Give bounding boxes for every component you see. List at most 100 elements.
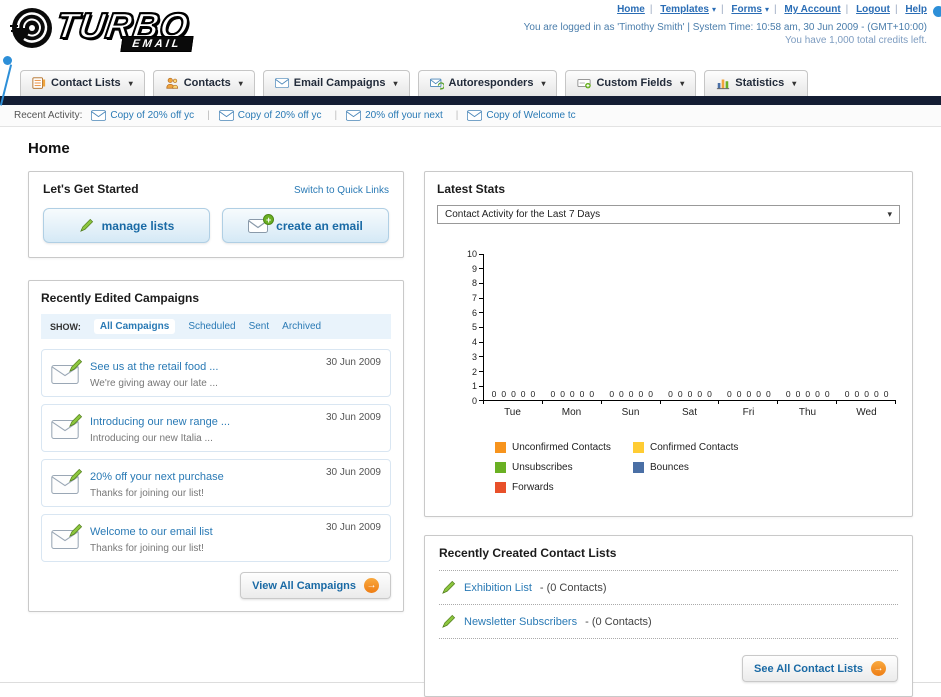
campaign-envelope-pencil-icon	[51, 468, 83, 494]
recent-activity-item[interactable]: 20% off your next	[346, 110, 458, 121]
recent-activity-link: Copy of 20% off yc	[237, 110, 322, 121]
get-started-panel: Let's Get Started Switch to Quick Links …	[28, 171, 404, 258]
speedometer-icon	[10, 8, 52, 48]
chevron-down-icon: ▾	[541, 78, 546, 88]
see-all-contact-lists-button[interactable]: See All Contact Lists →	[741, 655, 898, 682]
autoresponders-icon	[429, 78, 444, 90]
create-email-label: create an email	[276, 218, 363, 233]
campaign-subtitle: Thanks for joining our list!	[90, 488, 204, 499]
latest-stats-title: Latest Stats	[437, 182, 506, 196]
envelope-icon	[218, 110, 234, 121]
contact-list-link[interactable]: Exhibition List	[464, 582, 532, 594]
nav-tab-autoresponders[interactable]: Autoresponders ▾	[417, 70, 558, 96]
chart-day-group: 00000	[550, 389, 595, 399]
email-campaigns-icon	[274, 78, 289, 88]
top-link-logout[interactable]: Logout	[856, 4, 890, 15]
campaigns-filter-bar: SHOW: All Campaigns Scheduled Sent Archi…	[41, 314, 391, 339]
recent-activity-bar: Recent Activity: Copy of 20% off yc Copy…	[0, 105, 941, 127]
recent-activity-item[interactable]: Copy of 20% off yc	[218, 110, 337, 121]
campaign-title-link[interactable]: Welcome to our email list	[90, 526, 213, 538]
nav-tab-email-campaigns[interactable]: Email Campaigns ▾	[262, 70, 410, 96]
nav-tab-label: Statistics	[735, 77, 785, 89]
recent-activity-item[interactable]: Copy of 20% off yc	[91, 110, 209, 121]
campaign-title-link[interactable]: 20% off your next purchase	[90, 471, 224, 483]
campaigns-title: Recently Edited Campaigns	[41, 291, 200, 305]
nav-tab-contact-lists[interactable]: Contact Lists ▾	[20, 70, 145, 96]
chevron-down-icon: ▾	[887, 209, 892, 219]
legend-swatch-icon	[495, 442, 506, 453]
top-link-templates[interactable]: Templates	[660, 4, 709, 15]
top-link-my-account[interactable]: My Account	[784, 4, 840, 15]
recent-activity-link: Copy of 20% off yc	[110, 110, 195, 121]
envelope-plus-icon: +	[248, 213, 275, 233]
chart-x-label: Sun	[621, 407, 640, 418]
nav-tab-statistics[interactable]: Statistics ▾	[704, 70, 809, 96]
chart-x-ticks	[483, 401, 897, 404]
recent-activity-link: Copy of Welcome tc	[486, 110, 576, 121]
corner-decoration-dot	[933, 6, 941, 17]
top-link-help[interactable]: Help	[905, 4, 927, 15]
filter-scheduled[interactable]: Scheduled	[188, 321, 235, 332]
legend-swatch-icon	[633, 442, 644, 453]
filter-sent[interactable]: Sent	[249, 321, 270, 332]
nav-tab-label: Custom Fields	[596, 77, 673, 89]
top-link-home[interactable]: Home	[617, 4, 645, 15]
campaign-list-item: See us at the retail food ... We're givi…	[41, 349, 391, 397]
latest-stats-panel: Latest Stats Contact Activity for the La…	[424, 171, 913, 517]
contact-list-items: Exhibition List - (0 Contacts) Newslette…	[439, 570, 898, 639]
recent-activity-label: Recent Activity:	[14, 110, 83, 121]
show-label: SHOW:	[50, 321, 81, 332]
pencil-icon	[79, 218, 93, 232]
campaign-envelope-pencil-icon	[51, 358, 83, 384]
campaign-list-item: Introducing our new range ... Introducin…	[41, 404, 391, 452]
page: TURBO EMAIL Home Templates▾ Forms▾ My Ac…	[0, 0, 941, 697]
legend-item: Confirmed Contacts	[633, 442, 771, 453]
chevron-down-icon: ▾	[128, 78, 133, 88]
chart-x-labels: Tue Mon Sun Sat Fri Thu Wed	[483, 407, 896, 418]
chevron-down-icon: ▾	[238, 78, 243, 88]
nav-tab-contacts[interactable]: Contacts ▾	[152, 70, 255, 96]
statistics-icon	[717, 79, 730, 90]
chevron-down-icon: ▾	[393, 78, 398, 88]
top-link-forms[interactable]: Forms	[731, 4, 762, 15]
chevron-down-icon: ▾	[711, 5, 716, 14]
campaign-list-item: Welcome to our email list Thanks for joi…	[41, 514, 391, 562]
filter-archived[interactable]: Archived	[282, 321, 321, 332]
campaign-date: 30 Jun 2009	[325, 357, 381, 368]
campaign-title-link[interactable]: See us at the retail food ...	[90, 361, 218, 373]
nav-tab-label: Contacts	[183, 77, 231, 89]
chart-day-group: 00000	[785, 389, 830, 399]
chevron-down-icon: ▾	[680, 78, 685, 88]
legend-item: Bounces	[633, 462, 771, 473]
manage-lists-button[interactable]: manage lists	[43, 208, 210, 243]
create-email-button[interactable]: + create an email	[222, 208, 389, 243]
custom-fields-icon	[577, 79, 592, 89]
top-links: Home Templates▾ Forms▾ My Account Logout…	[524, 4, 927, 15]
campaign-subtitle: We're giving away our late ...	[90, 378, 218, 389]
envelope-icon	[91, 110, 107, 121]
legend-swatch-icon	[495, 482, 506, 493]
recent-activity-item[interactable]: Copy of Welcome tc	[467, 110, 576, 121]
campaign-date: 30 Jun 2009	[325, 412, 381, 423]
legend-item: Unsubscribes	[495, 462, 633, 473]
chart-x-label: Wed	[856, 407, 877, 418]
view-all-campaigns-button[interactable]: View All Campaigns →	[240, 572, 391, 599]
campaign-date: 30 Jun 2009	[325, 522, 381, 533]
campaign-subtitle: Introducing our new Italia ...	[90, 433, 213, 444]
turbo-email-logo[interactable]: TURBO EMAIL	[10, 4, 194, 52]
switch-quick-links-link[interactable]: Switch to Quick Links	[294, 185, 389, 196]
envelope-icon	[467, 110, 483, 121]
nav-tab-label: Contact Lists	[51, 77, 121, 89]
chart-plot: 00000 00000 00000 00000 00000 00000 00000	[483, 254, 896, 401]
arrow-right-icon: →	[364, 578, 379, 593]
stats-period-select[interactable]: Contact Activity for the Last 7 Days ▾	[437, 205, 900, 224]
campaign-title-link[interactable]: Introducing our new range ...	[90, 416, 230, 428]
contact-list-link[interactable]: Newsletter Subscribers	[464, 616, 577, 628]
campaign-list-item: 20% off your next purchase Thanks for jo…	[41, 459, 391, 507]
filter-all-campaigns[interactable]: All Campaigns	[93, 319, 176, 334]
stats-period-value: Contact Activity for the Last 7 Days	[445, 209, 601, 220]
nav-tab-custom-fields[interactable]: Custom Fields ▾	[565, 70, 697, 96]
chart-legend: Unconfirmed Contacts Confirmed Contacts Un…	[437, 442, 900, 502]
chart-y-axis: 10 9 8 7 6 5 4 3 2 1 0	[459, 249, 483, 406]
see-all-contact-lists-label: See All Contact Lists	[753, 662, 863, 675]
